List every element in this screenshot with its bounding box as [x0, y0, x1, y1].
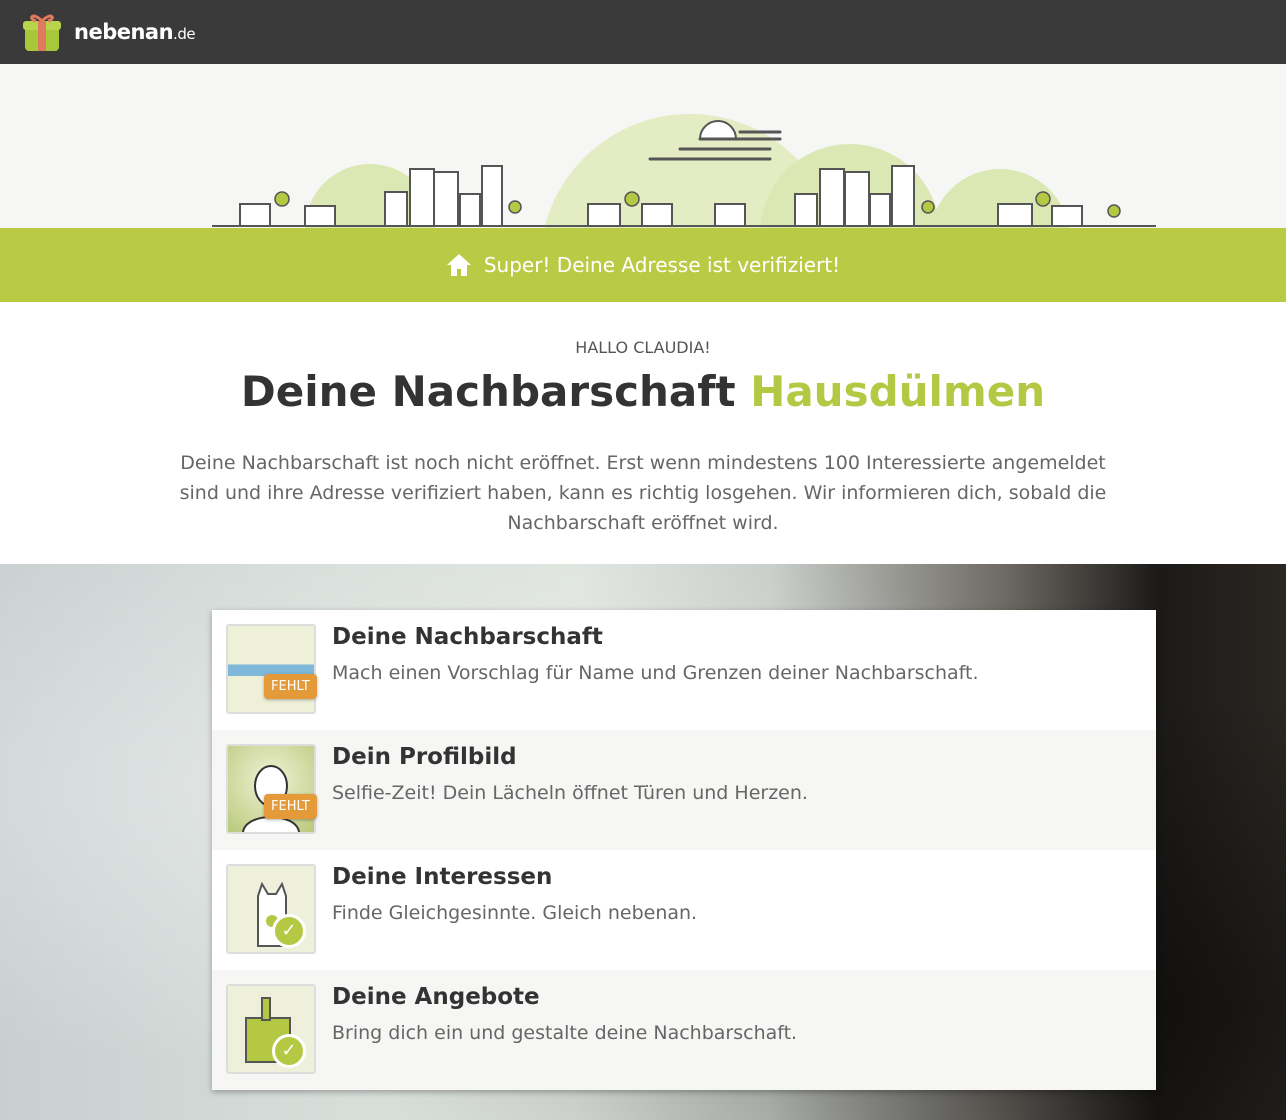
verification-banner: Super! Deine Adresse ist verifiziert! — [0, 228, 1286, 302]
step-title: Dein Profilbild — [332, 744, 517, 770]
step-title: Deine Angebote — [332, 984, 540, 1010]
logo-main: nebenan — [74, 20, 174, 44]
step-offers[interactable]: ✓ Deine Angebote Bring dich ein und gest… — [212, 970, 1156, 1090]
gift-logo-icon[interactable] — [22, 11, 62, 53]
step-description: Finde Gleichgesinnte. Gleich nebenan. — [332, 902, 698, 924]
logo-text[interactable]: nebenan.de — [74, 20, 196, 44]
greeting: HALLO CLAUDIA! — [575, 338, 711, 357]
neighborhood-name: Hausdülmen — [750, 367, 1046, 416]
step-title: Deine Interessen — [332, 864, 553, 890]
intro-description: Deine Nachbarschaft ist noch nicht eröff… — [179, 452, 1107, 534]
check-icon: ✓ — [272, 914, 306, 948]
title-text: Deine Nachbarschaft — [240, 367, 736, 416]
step-interests[interactable]: ✓ Deine Interessen Finde Gleichgesinnte.… — [212, 850, 1156, 970]
intro-section: HALLO CLAUDIA! Deine Nachbarschaft Hausd… — [0, 302, 1286, 564]
missing-badge: FEHLT — [264, 674, 317, 699]
top-bar: nebenan.de — [0, 0, 1286, 64]
profile-avatar-icon — [226, 744, 316, 834]
step-description: Mach einen Vorschlag für Name und Grenze… — [332, 662, 979, 684]
step-neighborhood[interactable]: FEHLT Deine Nachbarschaft Mach einen Vor… — [212, 610, 1156, 730]
step-profile-picture[interactable]: FEHLT Dein Profilbild Selfie-Zeit! Dein … — [212, 730, 1156, 850]
step-description: Selfie-Zeit! Dein Lächeln öffnet Türen u… — [332, 782, 808, 804]
step-title: Deine Nachbarschaft — [332, 624, 603, 650]
banner-text: Super! Deine Adresse ist verifiziert! — [483, 253, 841, 277]
onboarding-steps: FEHLT Deine Nachbarschaft Mach einen Vor… — [212, 610, 1156, 1090]
logo-tld: .de — [173, 25, 196, 43]
missing-badge: FEHLT — [264, 794, 317, 819]
step-description: Bring dich ein und gestalte deine Nachba… — [332, 1022, 798, 1044]
house-icon — [446, 254, 471, 276]
skyline-illustration — [0, 64, 1286, 228]
check-icon: ✓ — [272, 1034, 306, 1068]
map-icon — [226, 624, 316, 714]
page-title: Deine Nachbarschaft Hausdülmen — [0, 367, 1286, 416]
